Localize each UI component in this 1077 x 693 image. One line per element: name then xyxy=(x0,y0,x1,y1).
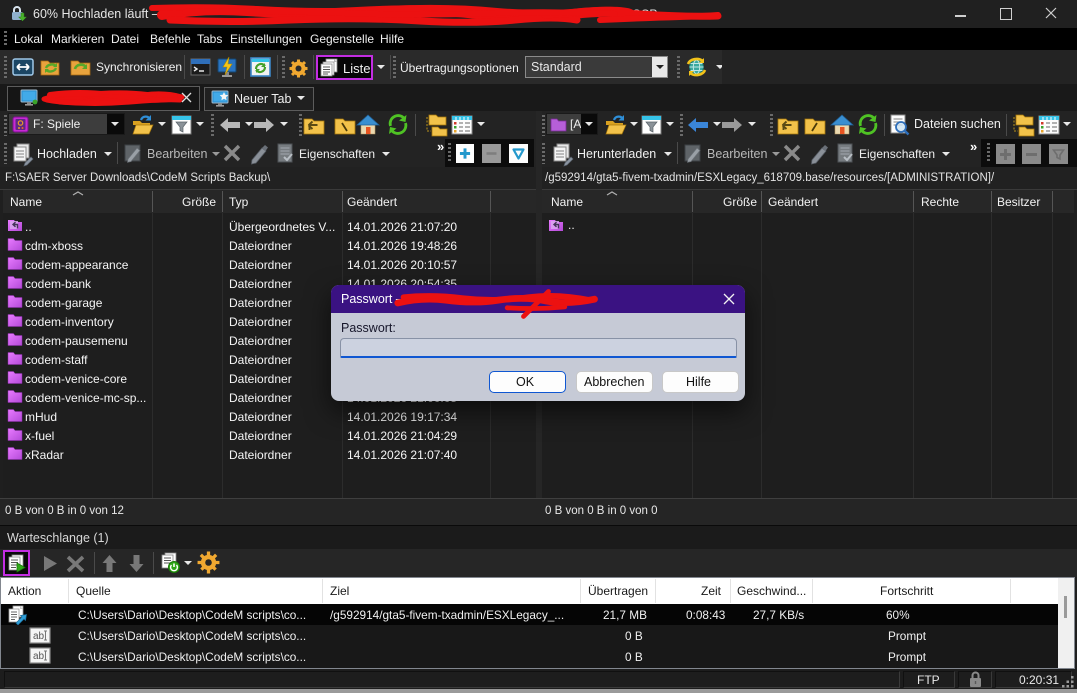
svg-text:ab: ab xyxy=(33,651,45,662)
svg-text:ab: ab xyxy=(33,631,45,642)
